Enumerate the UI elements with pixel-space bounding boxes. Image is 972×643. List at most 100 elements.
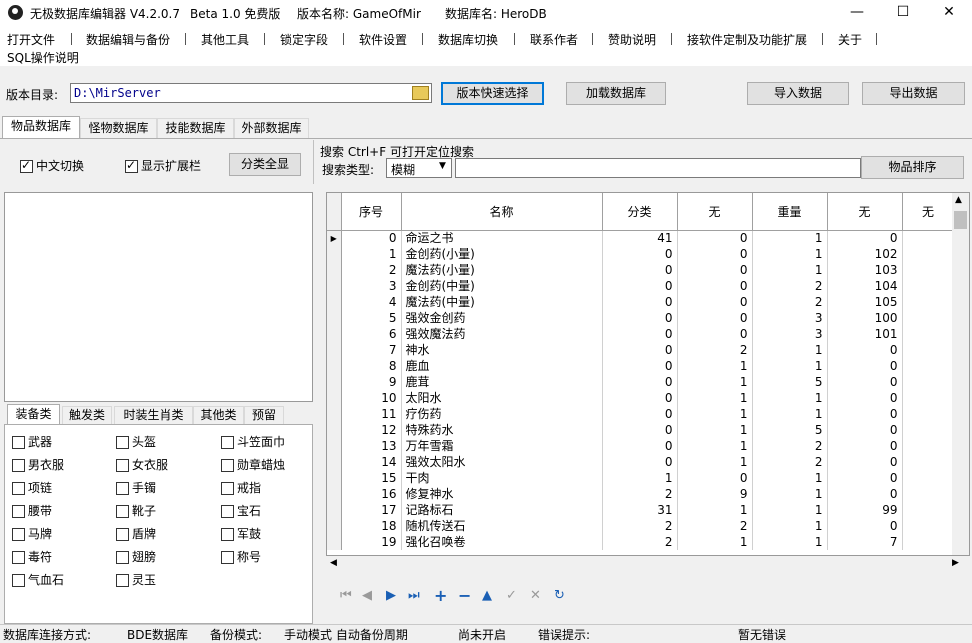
table-row[interactable]: 5 强效金创药 0 0 3 100 [327,310,955,326]
cell-value[interactable]: 0 [827,422,903,438]
cell-empty[interactable] [902,374,955,390]
cell-value[interactable]: 5 [752,422,828,438]
dir-input[interactable]: D:\MirServer [70,83,432,103]
checkbox-icon[interactable] [12,528,25,541]
menu-data-edit-backup[interactable]: 数据编辑与备份 [86,31,170,48]
cell-value[interactable]: 2 [752,278,828,294]
cell-index[interactable]: 1 [341,246,402,262]
table-row[interactable]: 14 强效太阳水 0 1 2 0 [327,454,955,470]
cell-value[interactable]: 1 [677,406,753,422]
row-indicator[interactable] [327,294,342,310]
cell-value[interactable]: 1 [752,534,828,550]
table-row[interactable]: 3 金创药(中量) 0 0 2 104 [327,278,955,294]
cell-value[interactable]: 0 [677,230,753,246]
category-checkbox[interactable]: 毒符 [12,548,52,565]
cell-value[interactable]: 2 [752,294,828,310]
table-row[interactable]: 18 随机传送石 2 2 1 0 [327,518,955,534]
category-checkbox[interactable]: 勋章蜡烛 [221,456,285,473]
cell-empty[interactable] [902,310,955,326]
cell-value[interactable]: 0 [602,246,678,262]
column-header-category[interactable]: 分类 [602,193,678,231]
cell-index[interactable]: 3 [341,278,402,294]
cell-value[interactable]: 3 [752,326,828,342]
folder-icon[interactable] [412,86,429,100]
grid-vertical-scrollbar[interactable]: ▲ [952,193,969,555]
checkbox-icon[interactable] [116,459,129,472]
refresh-icon[interactable]: ↻ [554,588,565,603]
cell-empty[interactable] [902,326,955,342]
cell-name[interactable]: 记路标石 [401,502,603,518]
row-indicator[interactable] [327,262,342,278]
cell-value[interactable]: 3 [752,310,828,326]
quick-select-button[interactable]: 版本快速选择 [441,82,544,105]
chevron-down-icon[interactable]: ▼ [439,161,446,171]
cell-value[interactable]: 1 [752,246,828,262]
checkbox-icon[interactable] [221,551,234,564]
cell-index[interactable]: 0 [341,230,402,246]
column-header-weight[interactable]: 重量 [752,193,828,231]
cell-value[interactable]: 1 [752,390,828,406]
cell-index[interactable]: 5 [341,310,402,326]
cell-value[interactable]: 0 [827,470,903,486]
cell-value[interactable]: 2 [602,518,678,534]
column-header-none-1[interactable]: 无 [677,193,753,231]
checkbox-icon[interactable] [221,482,234,495]
checkbox-icon[interactable] [116,505,129,518]
import-data-button[interactable]: 导入数据 [747,82,849,105]
cell-value[interactable]: 5 [752,374,828,390]
cell-index[interactable]: 6 [341,326,402,342]
cell-empty[interactable] [902,406,955,422]
search-type-select[interactable]: 模糊 ▼ [386,158,452,178]
table-row[interactable]: 15 干肉 1 0 1 0 [327,470,955,486]
delete-record-icon[interactable]: − [458,586,471,605]
tab-monster-db[interactable]: 怪物数据库 [80,118,157,138]
column-header-none-3[interactable]: 无 [902,193,955,231]
cell-empty[interactable] [902,230,955,246]
scroll-up-icon[interactable]: ▲ [955,195,962,205]
minimize-icon[interactable]: — [834,0,880,26]
cell-empty[interactable] [902,454,955,470]
cell-value[interactable]: 0 [827,454,903,470]
cell-empty[interactable] [902,534,955,550]
checkbox-checked-icon[interactable] [125,158,138,173]
row-indicator[interactable] [327,406,342,422]
cell-name[interactable]: 特殊药水 [401,422,603,438]
checkbox-icon[interactable] [12,551,25,564]
row-indicator[interactable] [327,486,342,502]
cell-name[interactable]: 金创药(中量) [401,278,603,294]
cell-value[interactable]: 31 [602,502,678,518]
category-checkbox[interactable]: 宝石 [221,502,261,519]
table-row[interactable]: 12 特殊药水 0 1 5 0 [327,422,955,438]
table-row[interactable]: 4 魔法药(中量) 0 0 2 105 [327,294,955,310]
next-record-icon[interactable]: ▶ [386,588,396,603]
cell-value[interactable]: 1 [752,470,828,486]
tab-skill-db[interactable]: 技能数据库 [157,118,234,138]
show-all-categories-button[interactable]: 分类全显 [229,153,301,176]
row-indicator[interactable] [327,326,342,342]
category-checkbox[interactable]: 武器 [12,433,52,450]
cell-value[interactable]: 0 [602,342,678,358]
cell-value[interactable]: 0 [602,278,678,294]
cell-index[interactable]: 14 [341,454,402,470]
table-row[interactable]: 10 太阳水 0 1 1 0 [327,390,955,406]
scroll-right-icon[interactable]: ▶ [952,558,959,568]
row-indicator[interactable] [327,422,342,438]
row-indicator[interactable] [327,534,342,550]
cell-value[interactable]: 1 [677,534,753,550]
category-tab-fashion[interactable]: 时装生肖类 [114,406,193,424]
cell-empty[interactable] [902,438,955,454]
cell-value[interactable]: 1 [677,454,753,470]
table-row[interactable]: 16 修复神水 2 9 1 0 [327,486,955,502]
cell-empty[interactable] [902,502,955,518]
checkbox-icon[interactable] [12,482,25,495]
category-checkbox[interactable]: 男衣服 [12,456,64,473]
cell-index[interactable]: 7 [341,342,402,358]
cell-index[interactable]: 11 [341,406,402,422]
cell-value[interactable]: 0 [827,230,903,246]
cancel-record-icon[interactable]: ✕ [530,588,541,603]
cell-index[interactable]: 13 [341,438,402,454]
checkbox-icon[interactable] [221,436,234,449]
cell-value[interactable]: 2 [602,534,678,550]
row-indicator[interactable] [327,470,342,486]
category-checkbox[interactable]: 气血石 [12,571,64,588]
